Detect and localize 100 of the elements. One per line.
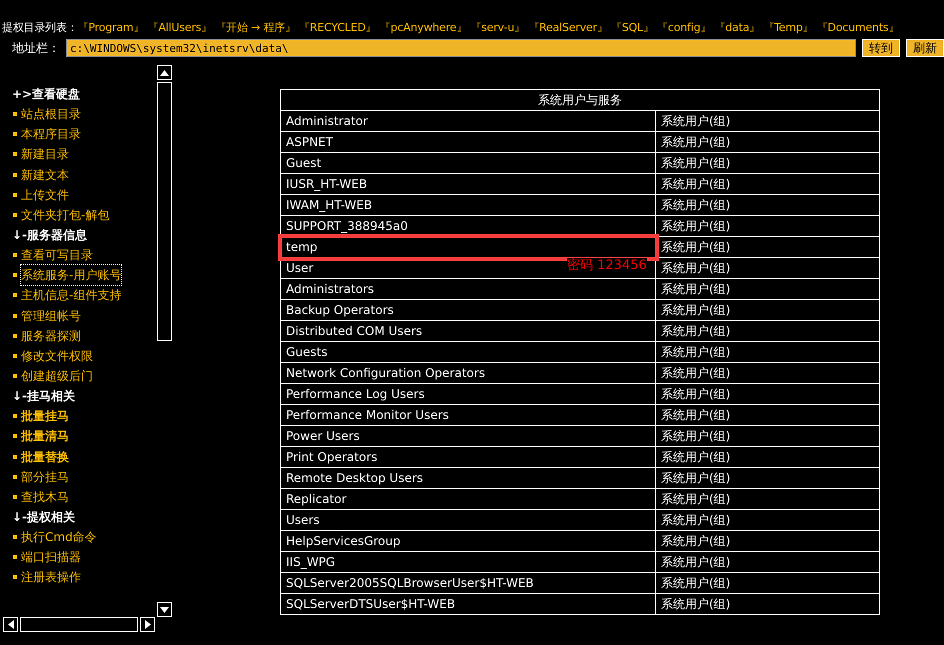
user-type-cell: 系统用户(组): [656, 426, 880, 446]
sidebar-link[interactable]: 本程序目录: [21, 124, 81, 144]
user-type-cell: 系统用户(组): [656, 320, 880, 342]
scrollbar-thumb[interactable]: [20, 617, 138, 632]
bullet-icon: [13, 454, 17, 459]
scroll-down-button[interactable]: [157, 602, 172, 617]
directory-link[interactable]: 『serv-u』: [470, 21, 526, 34]
user-type-cell: 系统用户(组): [656, 278, 880, 300]
triangle-icon: [144, 620, 150, 629]
address-label: 地址栏：: [12, 40, 60, 57]
user-type-cell: 系统用户(组): [656, 174, 880, 194]
sidebar-link[interactable]: 新建文本: [21, 164, 69, 185]
address-field[interactable]: c:\WINDOWS\system32\inetsrv\data\: [66, 39, 856, 57]
scroll-left-button[interactable]: [3, 617, 18, 632]
sidebar-link[interactable]: 批量替换: [21, 446, 69, 467]
directory-link[interactable]: 『data』: [714, 21, 760, 34]
user-type-cell: 系统用户(组): [656, 152, 880, 174]
directory-link[interactable]: 『pcAnywhere』: [380, 21, 468, 34]
user-name-cell: Print Operators: [280, 446, 656, 468]
user-name-cell: Backup Operators: [280, 300, 656, 320]
user-name-cell: Guest: [280, 152, 656, 174]
section-heading: ↓-提权相关: [12, 509, 76, 526]
sidebar-link[interactable]: 站点根目录: [21, 104, 81, 124]
bullet-icon: [13, 212, 17, 217]
directory-link[interactable]: 『Program』: [78, 21, 144, 34]
directory-link[interactable]: 『config』: [657, 21, 712, 34]
bullet-icon: [13, 273, 17, 278]
user-type-cell: 系统用户(组): [656, 342, 880, 362]
sidebar-link[interactable]: 新建目录: [21, 144, 69, 164]
user-name-cell: SUPPORT_388945a0: [280, 216, 656, 236]
sidebar-link[interactable]: 查看可写目录: [21, 245, 93, 266]
directory-link[interactable]: 『RealServer』: [528, 21, 608, 34]
bullet-icon: [13, 354, 17, 358]
sidebar-link[interactable]: 部分挂马: [21, 466, 69, 487]
sidebar-link[interactable]: 系统服务-用户账号: [21, 265, 122, 286]
sidebar-link[interactable]: 主机信息-组件支持: [21, 285, 122, 306]
user-name-cell: Network Configuration Operators: [280, 362, 656, 384]
directory-link[interactable]: 『RECYCLED』: [299, 21, 376, 34]
bullet-icon: [13, 374, 17, 378]
user-name-cell: IWAM_HT-WEB: [280, 194, 656, 216]
user-type-cell: 系统用户(组): [656, 488, 880, 510]
bullet-icon: [13, 314, 17, 318]
sidebar-link[interactable]: 批量清马: [21, 426, 69, 446]
user-name-cell: Remote Desktop Users: [280, 468, 656, 488]
sidebar-link[interactable]: 修改文件权限: [21, 346, 93, 366]
sidebar-link[interactable]: 注册表操作: [21, 567, 81, 588]
sidebar-link[interactable]: 上传文件: [21, 184, 69, 205]
directory-link[interactable]: 『SQL』: [611, 21, 654, 34]
sidebar-link[interactable]: 端口扫描器: [21, 547, 81, 568]
user-type-cell: 系统用户(组): [656, 132, 880, 152]
bullet-icon: [13, 535, 17, 540]
bullet-icon: [13, 132, 17, 136]
sidebar-link[interactable]: 执行Cmd命令: [21, 527, 97, 548]
user-name-cell: Administrator: [280, 110, 656, 132]
go-button[interactable]: 刷新: [906, 39, 944, 57]
bullet-icon: [13, 152, 17, 156]
user-type-cell: 系统用户(组): [656, 530, 880, 552]
user-type-cell: 系统用户(组): [656, 552, 880, 572]
bullet-icon: [13, 434, 17, 438]
bullet-icon: [13, 334, 17, 338]
directory-link[interactable]: 『Documents』: [816, 21, 900, 34]
sidebar-link[interactable]: 文件夹打包-解包: [21, 204, 110, 225]
section-heading: +>查看硬盘: [12, 86, 80, 104]
directory-link[interactable]: 『开始 → 程序』: [215, 21, 296, 34]
user-name-cell: SQLServer2005SQLBrowserUser$HT-WEB: [280, 572, 656, 594]
user-type-cell: 系统用户(组): [656, 594, 880, 614]
sidebar-link[interactable]: 查找木马: [21, 486, 69, 507]
user-type-cell: 系统用户(组): [656, 510, 880, 530]
user-name-cell: Replicator: [280, 488, 656, 510]
go-button[interactable]: 转到: [862, 39, 900, 57]
user-type-cell: 系统用户(组): [656, 468, 880, 488]
top-bar-label: 提权目录列表：: [2, 21, 78, 34]
bullet-icon: [13, 414, 17, 418]
bullet-icon: [13, 172, 17, 177]
user-name-cell: IUSR_HT-WEB: [280, 174, 656, 194]
directory-link[interactable]: 『AllUsers』: [148, 21, 212, 34]
bullet-icon: [13, 494, 17, 499]
user-name-cell: Guests: [280, 342, 656, 362]
sidebar-link[interactable]: 创建超级后门: [21, 366, 93, 386]
sidebar-link[interactable]: 服务器探测: [21, 326, 81, 346]
user-name-cell: ASPNET: [280, 132, 656, 152]
scroll-up-button[interactable]: [157, 65, 172, 80]
triangle-icon: [160, 606, 169, 612]
bullet-icon: [13, 253, 17, 258]
user-name-cell: IIS_WPG: [280, 552, 656, 572]
bullet-icon: [13, 575, 17, 580]
scrollbar-thumb[interactable]: [157, 82, 172, 341]
sidebar-link[interactable]: 批量挂马: [21, 406, 69, 426]
scroll-right-button[interactable]: [140, 617, 155, 632]
triangle-icon: [8, 620, 14, 629]
bullet-icon: [13, 192, 17, 197]
user-name-cell: Distributed COM Users: [280, 320, 656, 342]
directory-link[interactable]: 『Temp』: [763, 21, 814, 34]
user-name-cell: Users: [280, 510, 656, 530]
sidebar-link[interactable]: 管理组帐号: [21, 306, 81, 326]
user-type-cell: 系统用户(组): [656, 572, 880, 594]
user-name-cell: Administrators: [280, 278, 656, 300]
user-name-cell: Power Users: [280, 426, 656, 446]
user-name-cell: SQLServerDTSUser$HT-WEB: [280, 594, 656, 614]
user-type-cell: 系统用户(组): [656, 384, 880, 404]
